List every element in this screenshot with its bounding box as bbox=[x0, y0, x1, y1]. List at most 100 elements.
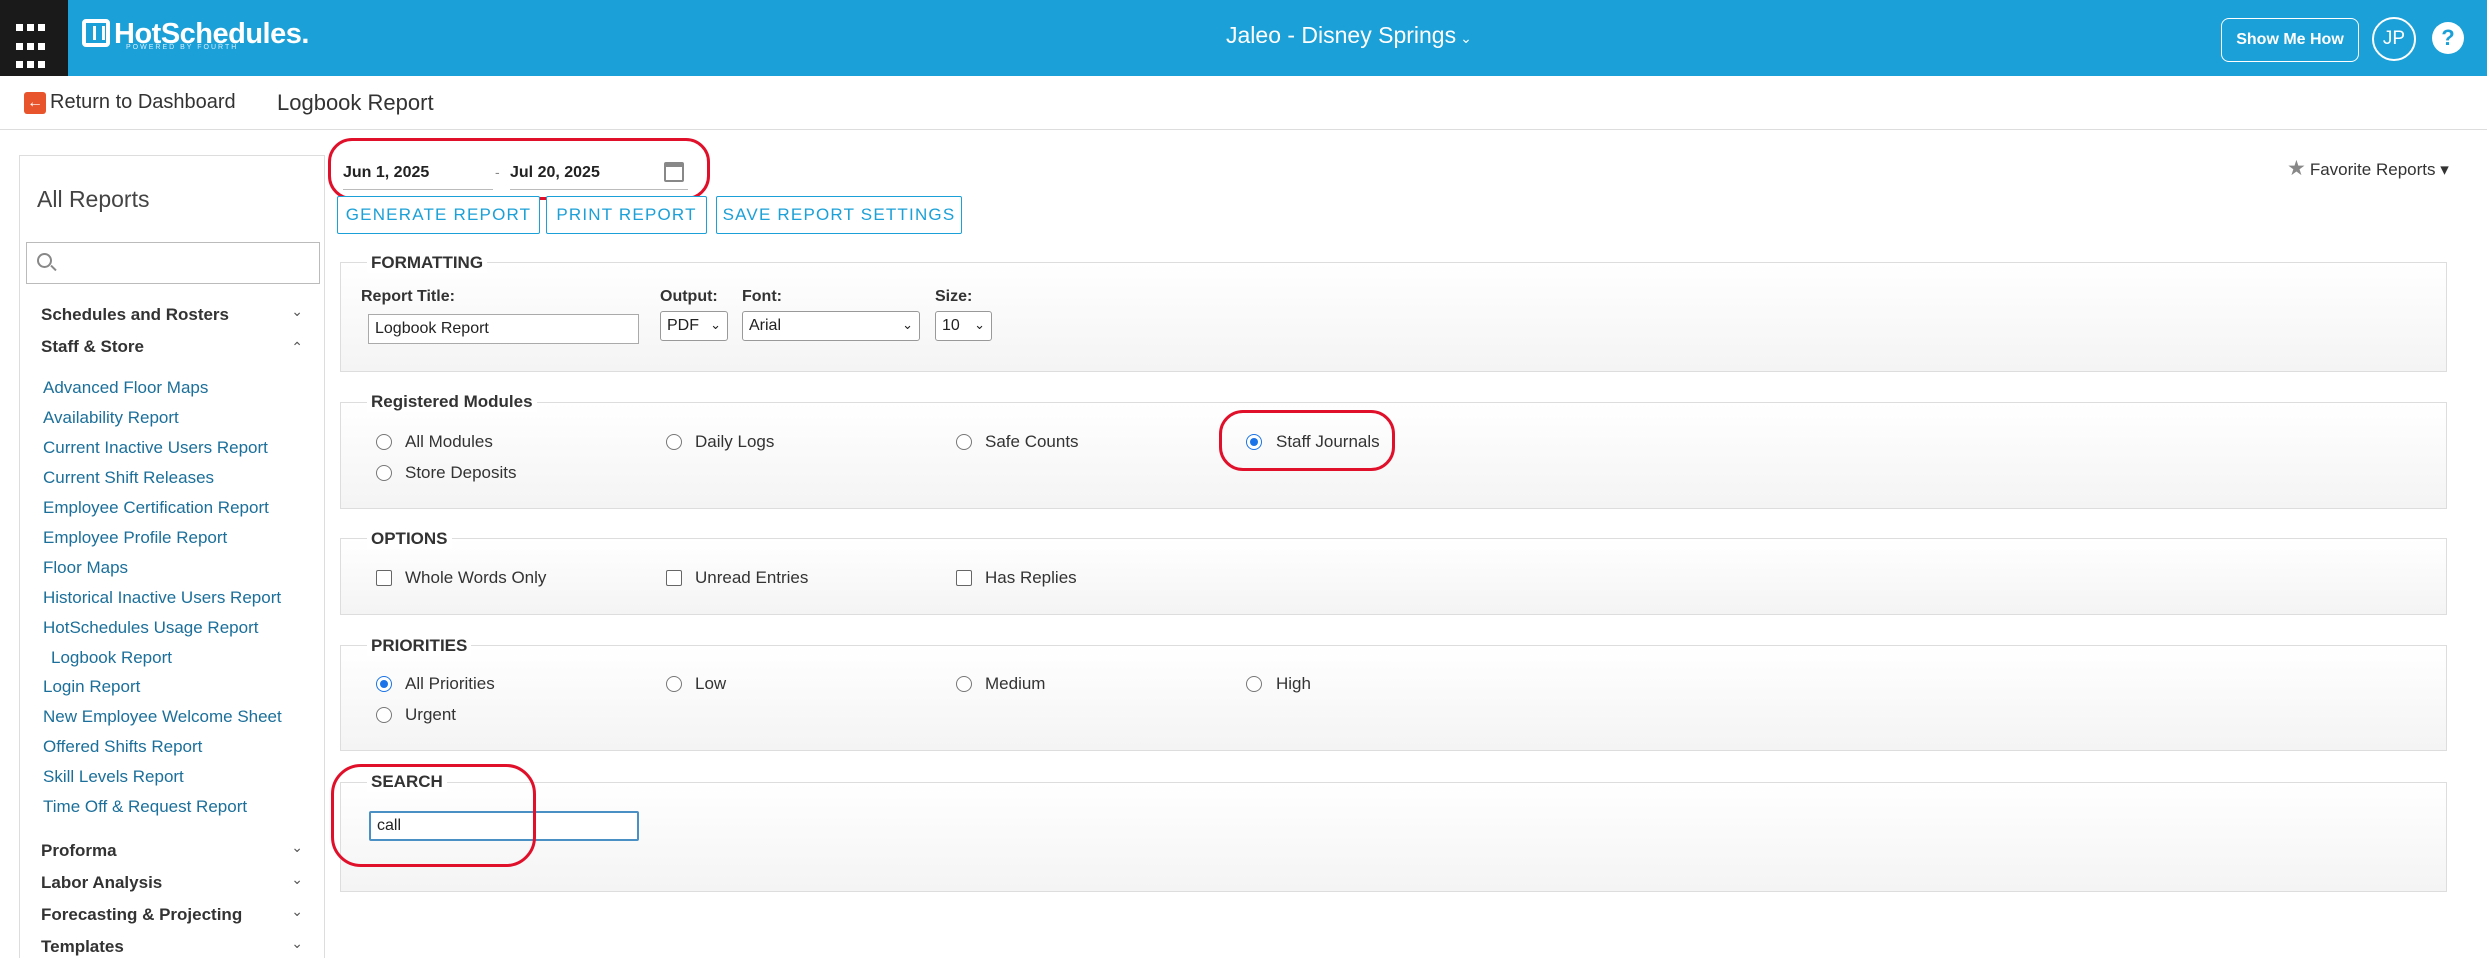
sidebar-link-current-shift-releases[interactable]: Current Shift Releases bbox=[43, 468, 214, 488]
return-to-dashboard-link[interactable]: ← Return to Dashboard bbox=[24, 91, 236, 114]
top-bar: HotSchedules. POWERED BY FOURTH Jaleo - … bbox=[0, 0, 2487, 76]
generate-report-button[interactable]: GENERATE REPORT bbox=[337, 196, 540, 234]
radio-safe-counts[interactable] bbox=[956, 434, 972, 450]
font-select[interactable]: Arial ⌄ bbox=[742, 311, 920, 341]
font-label: Font: bbox=[742, 288, 782, 305]
category-label: Schedules and Rosters bbox=[41, 305, 230, 324]
logo-icon bbox=[82, 19, 110, 47]
chevron-down-icon: ⌄ bbox=[291, 903, 303, 919]
favorite-reports-label: Favorite Reports bbox=[2309, 160, 2436, 179]
checkbox-has-replies[interactable] bbox=[956, 570, 972, 586]
sidebar-link-historical-inactive-users[interactable]: Historical Inactive Users Report bbox=[43, 588, 281, 608]
radio-all-modules[interactable] bbox=[376, 434, 392, 450]
option-label: High bbox=[1276, 674, 1311, 693]
panel-legend: Registered Modules bbox=[367, 392, 537, 412]
chevron-down-icon: ⌄ bbox=[291, 839, 303, 855]
page-title: Logbook Report bbox=[277, 90, 434, 115]
sidebar-link-login-report[interactable]: Login Report bbox=[43, 677, 140, 697]
sidebar-link-hotschedules-usage[interactable]: HotSchedules Usage Report bbox=[43, 618, 258, 638]
chevron-down-icon: ⌄ bbox=[1460, 30, 1472, 46]
category-proforma[interactable]: Proforma ⌄ bbox=[41, 839, 303, 861]
option-label: All Modules bbox=[405, 432, 493, 451]
option-label: Low bbox=[695, 674, 727, 693]
save-report-settings-button[interactable]: SAVE REPORT SETTINGS bbox=[716, 196, 962, 234]
category-label: Forecasting & Projecting bbox=[41, 905, 243, 924]
category-templates[interactable]: Templates ⌄ bbox=[41, 935, 303, 957]
option-label: Safe Counts bbox=[985, 432, 1079, 451]
favorite-reports-menu[interactable]: ★ Favorite Reports ▾ bbox=[2287, 156, 2449, 181]
output-label: Output: bbox=[660, 288, 718, 305]
sidebar-search-input[interactable] bbox=[26, 242, 320, 284]
radio-store-deposits[interactable] bbox=[376, 465, 392, 481]
avatar[interactable]: JP bbox=[2372, 17, 2416, 61]
sidebar-link-new-employee-welcome[interactable]: New Employee Welcome Sheet bbox=[43, 707, 282, 727]
back-arrow-icon: ← bbox=[24, 91, 46, 114]
chevron-down-icon: ⌄ bbox=[902, 317, 913, 332]
radio-medium[interactable] bbox=[956, 676, 972, 692]
sidebar-link-employee-profile[interactable]: Employee Profile Report bbox=[43, 528, 227, 548]
print-report-button[interactable]: PRINT REPORT bbox=[546, 196, 707, 234]
formatting-panel: FORMATTING bbox=[340, 253, 2447, 372]
caret-down-icon: ▾ bbox=[2440, 160, 2449, 179]
chevron-down-icon: ⌄ bbox=[291, 871, 303, 887]
checkbox-unread-entries[interactable] bbox=[666, 570, 682, 586]
option-label: Medium bbox=[985, 674, 1046, 693]
sidebar-link-employee-certification[interactable]: Employee Certification Report bbox=[43, 498, 269, 518]
options-panel: OPTIONS bbox=[340, 529, 2447, 615]
sidebar-link-skill-levels[interactable]: Skill Levels Report bbox=[43, 767, 184, 787]
sidebar-link-floor-maps[interactable]: Floor Maps bbox=[43, 558, 128, 578]
panel-legend: FORMATTING bbox=[367, 253, 488, 273]
sidebar-link-advanced-floor-maps[interactable]: Advanced Floor Maps bbox=[43, 378, 208, 398]
chevron-down-icon: ⌄ bbox=[974, 317, 985, 332]
sidebar-link-offered-shifts[interactable]: Offered Shifts Report bbox=[43, 737, 202, 757]
radio-urgent[interactable] bbox=[376, 707, 392, 723]
location-selector[interactable]: Jaleo - Disney Springs ⌄ bbox=[1226, 22, 1472, 49]
output-select[interactable]: PDF ⌄ bbox=[660, 311, 728, 341]
logo-subtext: POWERED BY FOURTH bbox=[126, 44, 239, 51]
chevron-down-icon: ⌄ bbox=[291, 303, 303, 319]
chevron-up-icon: ⌃ bbox=[291, 339, 303, 355]
registered-modules-panel: Registered Modules bbox=[340, 392, 2447, 509]
sidebar-title: All Reports bbox=[37, 186, 150, 212]
category-label: Proforma bbox=[41, 841, 117, 860]
output-value: PDF bbox=[667, 317, 699, 334]
radio-high[interactable] bbox=[1246, 676, 1262, 692]
chevron-down-icon: ⌄ bbox=[710, 317, 721, 332]
size-value: 10 bbox=[942, 317, 960, 334]
size-label: Size: bbox=[935, 288, 973, 305]
option-label: All Priorities bbox=[405, 674, 495, 693]
report-title-label: Report Title: bbox=[361, 288, 455, 305]
sidebar-link-availability-report[interactable]: Availability Report bbox=[43, 408, 179, 428]
sidebar-link-current-inactive-users[interactable]: Current Inactive Users Report bbox=[43, 438, 268, 458]
app-grid-icon[interactable] bbox=[0, 0, 68, 76]
panel-legend: OPTIONS bbox=[367, 529, 452, 549]
highlight-annotation bbox=[331, 764, 536, 867]
highlight-annotation bbox=[328, 138, 710, 200]
sidebar-link-logbook-report[interactable]: Logbook Report bbox=[51, 648, 172, 668]
checkbox-whole-words-only[interactable] bbox=[376, 570, 392, 586]
help-icon[interactable]: ? bbox=[2432, 22, 2464, 54]
subheader: ← Return to Dashboard Logbook Report bbox=[0, 76, 2487, 130]
category-forecasting-projecting[interactable]: Forecasting & Projecting ⌄ bbox=[41, 903, 303, 925]
radio-low[interactable] bbox=[666, 676, 682, 692]
font-value: Arial bbox=[749, 317, 782, 334]
size-select[interactable]: 10 ⌄ bbox=[935, 311, 992, 341]
radio-daily-logs[interactable] bbox=[666, 434, 682, 450]
option-label: Urgent bbox=[405, 705, 457, 724]
radio-all-priorities[interactable] bbox=[376, 676, 392, 692]
priorities-panel: PRIORITIES bbox=[340, 636, 2447, 751]
return-label: Return to Dashboard bbox=[50, 91, 236, 113]
category-label: Templates bbox=[41, 937, 124, 956]
category-labor-analysis[interactable]: Labor Analysis ⌄ bbox=[41, 871, 303, 893]
option-label: Daily Logs bbox=[695, 432, 775, 451]
category-staff-and-store[interactable]: Staff & Store ⌃ bbox=[41, 337, 303, 357]
search-panel: SEARCH bbox=[340, 772, 2447, 892]
report-title-input[interactable]: Logbook Report bbox=[368, 314, 639, 344]
category-schedules-and-rosters[interactable]: Schedules and Rosters ⌄ bbox=[41, 303, 303, 325]
category-label: Labor Analysis bbox=[41, 873, 163, 892]
chevron-down-icon: ⌄ bbox=[291, 935, 303, 951]
show-me-how-button[interactable]: Show Me How bbox=[2221, 18, 2359, 62]
category-label: Staff & Store bbox=[41, 337, 144, 356]
sidebar-link-time-off-request[interactable]: Time Off & Request Report bbox=[43, 797, 247, 817]
option-label: Has Replies bbox=[985, 568, 1077, 587]
